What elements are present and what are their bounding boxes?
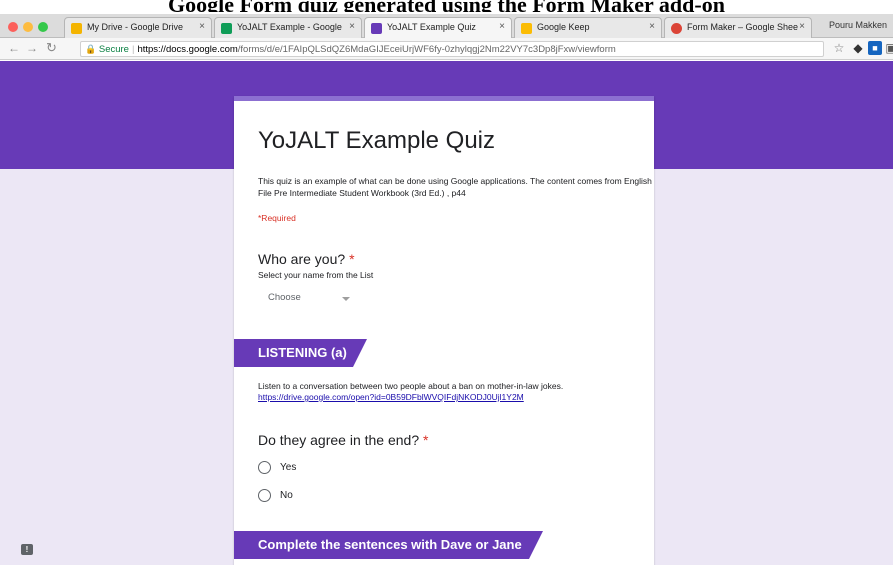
close-tab-icon[interactable]: ×	[799, 21, 805, 32]
profile-name[interactable]: Pouru Makken	[823, 16, 893, 34]
form-card: YoJALT Example Quiz This quiz is an exam…	[234, 96, 654, 565]
question-label: Do they agree in the end?	[258, 432, 420, 448]
figure-caption: Google Form quiz generated using the For…	[0, 0, 893, 12]
extension-icon[interactable]: ▣	[884, 41, 893, 55]
maximize-window-icon[interactable]	[38, 22, 48, 32]
close-tab-icon[interactable]: ×	[199, 21, 205, 32]
back-arrow-icon[interactable]: ←	[8, 41, 20, 55]
minimize-window-icon[interactable]	[23, 22, 33, 32]
required-note: *Required	[258, 213, 296, 223]
url-host: https://docs.google.com	[137, 44, 238, 55]
tab-form-maker[interactable]: Form Maker – Google Shee ×	[664, 17, 812, 38]
tab-label: Google Keep	[537, 22, 590, 32]
option-label: No	[280, 490, 293, 501]
browser-toolbar: ← → ↻ 🔒 Secure | https://docs.google.com/f…	[0, 38, 893, 60]
option-label: Yes	[280, 462, 297, 473]
required-star: *	[349, 251, 355, 267]
required-star: *	[423, 432, 429, 448]
name-dropdown[interactable]: Choose	[268, 292, 301, 303]
close-tab-icon[interactable]: ×	[649, 21, 655, 32]
chrome-store-icon	[671, 23, 682, 34]
tab-label: My Drive - Google Drive	[87, 22, 184, 32]
address-bar[interactable]: 🔒 Secure | https://docs.google.com/forms/d…	[80, 41, 824, 57]
option-no[interactable]: No	[258, 489, 293, 502]
forms-icon	[371, 23, 382, 34]
section-header-complete: Complete the sentences with Dave or Jane	[234, 531, 543, 559]
extension-icon[interactable]: ◆	[851, 41, 865, 55]
question-agree: Do they agree in the end? *	[258, 432, 428, 448]
audio-link[interactable]: https://drive.google.com/open?id=0B59DFb…	[258, 392, 524, 402]
url-path: /forms/d/e/1FAIpQLSdQZ6MdaGIJEceiUrjWF6f…	[237, 44, 616, 55]
tab-strip: My Drive - Google Drive × YoJALT Example…	[0, 14, 893, 38]
keep-icon	[521, 23, 532, 34]
reload-icon[interactable]: ↻	[46, 40, 57, 56]
secure-label: Secure	[98, 44, 129, 55]
feedback-icon[interactable]: !	[21, 544, 33, 555]
form-title: YoJALT Example Quiz	[258, 127, 496, 154]
section-header-listening: LISTENING (a)	[234, 339, 367, 367]
dropdown-arrow-icon[interactable]	[342, 297, 350, 301]
tab-label: YoJALT Example - Google	[237, 22, 342, 32]
forward-arrow-icon[interactable]: →	[26, 41, 38, 55]
close-tab-icon[interactable]: ×	[499, 21, 505, 32]
close-tab-icon[interactable]: ×	[349, 21, 355, 32]
tab-label: Form Maker – Google Shee	[687, 22, 799, 32]
instructions-text: Listen to a conversation between two peo…	[258, 381, 564, 391]
lock-icon: 🔒	[85, 44, 97, 54]
radio-button[interactable]	[258, 489, 271, 502]
close-window-icon[interactable]	[8, 22, 18, 32]
drive-icon	[71, 23, 82, 34]
listening-instructions: Listen to a conversation between two peo…	[258, 381, 658, 403]
tab-google-keep[interactable]: Google Keep ×	[514, 17, 662, 38]
option-yes[interactable]: Yes	[258, 461, 296, 474]
tab-yojalt-quiz[interactable]: YoJALT Example Quiz ×	[364, 17, 512, 38]
tab-label: YoJALT Example Quiz	[387, 22, 476, 32]
question-who-are-you: Who are you? *	[258, 251, 355, 267]
bookmark-star-icon[interactable]: ☆	[832, 41, 846, 55]
radio-button[interactable]	[258, 461, 271, 474]
form-page: YoJALT Example Quiz This quiz is an exam…	[0, 61, 893, 565]
tab-my-drive[interactable]: My Drive - Google Drive ×	[64, 17, 212, 38]
form-description: This quiz is an example of what can be d…	[258, 176, 652, 198]
extension-icon[interactable]: ■	[868, 41, 882, 55]
question-hint: Select your name from the List	[258, 270, 374, 280]
sheets-icon	[221, 23, 232, 34]
tab-yojalt-sheet[interactable]: YoJALT Example - Google ×	[214, 17, 362, 38]
question-label: Who are you?	[258, 251, 346, 267]
